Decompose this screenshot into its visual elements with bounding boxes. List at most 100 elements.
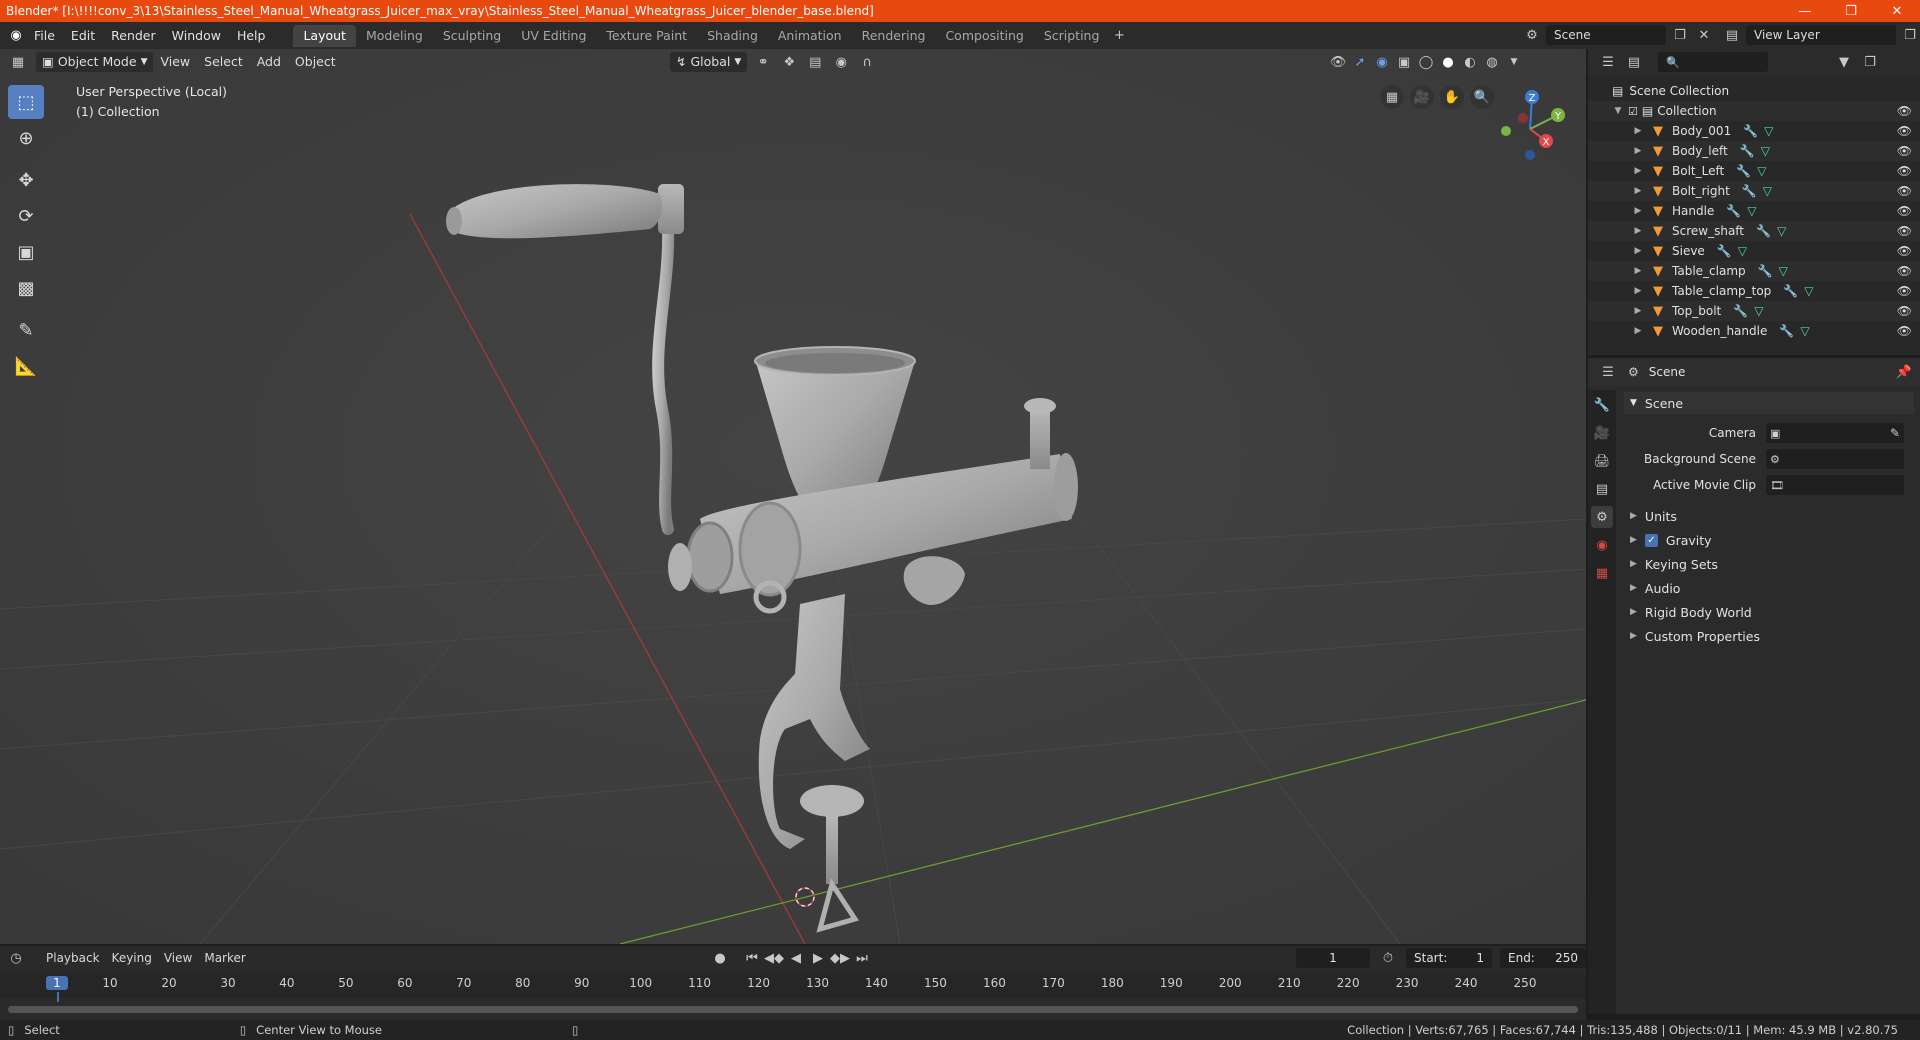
proportional-edit-icon[interactable]: ◉: [831, 52, 851, 72]
outliner-object-row[interactable]: ▶ ▼ Top_bolt 🔧 ▽ 👁: [1588, 301, 1920, 321]
expand-triangle-icon[interactable]: ▶: [1632, 226, 1644, 236]
solid-shading-icon[interactable]: ●: [1438, 52, 1458, 72]
mesh-data-icon[interactable]: ▽: [1804, 284, 1813, 298]
eye-icon[interactable]: 👁: [1897, 144, 1912, 158]
prev-keyframe-icon[interactable]: ◀◆: [764, 948, 784, 968]
jump-end-icon[interactable]: ⏭: [852, 948, 872, 968]
outliner-search-input[interactable]: 🔍: [1658, 52, 1768, 72]
transform-tool[interactable]: ▩: [8, 271, 44, 305]
expand-triangle-icon[interactable]: ▶: [1632, 266, 1644, 276]
tab-modeling[interactable]: Modeling: [356, 25, 433, 47]
modifier-wrench-icon[interactable]: 🔧: [1779, 324, 1794, 338]
pivot-icon[interactable]: ⚭: [753, 52, 773, 72]
view-layer-icon[interactable]: ▤: [1722, 25, 1742, 45]
expand-triangle-icon[interactable]: ▶: [1632, 326, 1644, 336]
subpanel-keying-sets[interactable]: ▶ Keying Sets: [1624, 552, 1914, 576]
expand-triangle-icon[interactable]: ▶: [1632, 186, 1644, 196]
play-icon[interactable]: ▶: [808, 948, 828, 968]
modifier-wrench-icon[interactable]: 🔧: [1783, 284, 1798, 298]
scene-icon[interactable]: ⚙: [1522, 25, 1542, 45]
mesh-data-icon[interactable]: ▽: [1764, 124, 1773, 138]
eye-icon[interactable]: 👁: [1897, 264, 1912, 278]
properties-editor-icon[interactable]: ☰: [1598, 362, 1618, 382]
background-scene-field[interactable]: ⚙: [1766, 449, 1904, 469]
frame-ruler[interactable]: 1 10 20 30 40 50 60 70 80 90 100 110 120 130 140 150 160…: [0, 972, 1586, 1002]
3d-viewport[interactable]: ▦ ▣ Object Mode ▼ View Select Add Object…: [0, 49, 1586, 944]
start-frame-field[interactable]: Start: 1: [1406, 948, 1492, 968]
timeline-menu-view[interactable]: View: [158, 951, 198, 965]
tab-shading[interactable]: Shading: [697, 25, 768, 47]
display-mode-icon[interactable]: ▤: [1624, 52, 1644, 72]
eye-icon[interactable]: 👁: [1897, 304, 1912, 318]
new-scene-icon[interactable]: ❐: [1670, 25, 1690, 45]
eye-icon[interactable]: 👁: [1897, 164, 1912, 178]
outliner-object-row[interactable]: ▶ ▼ Sieve 🔧 ▽ 👁: [1588, 241, 1920, 261]
output-tab-icon[interactable]: 🖨: [1591, 450, 1613, 472]
modifier-wrench-icon[interactable]: 🔧: [1756, 224, 1771, 238]
outliner-object-row[interactable]: ▶ ▼ Table_clamp 🔧 ▽ 👁: [1588, 261, 1920, 281]
play-reverse-icon[interactable]: ◀: [786, 948, 806, 968]
modifier-wrench-icon[interactable]: 🔧: [1740, 144, 1755, 158]
expand-triangle-icon[interactable]: ▼: [1612, 106, 1624, 116]
chevron-down-icon[interactable]: ▼: [1504, 52, 1524, 72]
expand-triangle-icon[interactable]: ▶: [1632, 206, 1644, 216]
outliner-object-row[interactable]: ▶ ▼ Handle 🔧 ▽ 👁: [1588, 201, 1920, 221]
mesh-data-icon[interactable]: ▽: [1763, 184, 1772, 198]
eye-icon[interactable]: 👁: [1897, 104, 1912, 118]
expand-triangle-icon[interactable]: ▶: [1632, 246, 1644, 256]
xray-icon[interactable]: ▣: [1394, 52, 1414, 72]
outliner-object-row[interactable]: ▶ ▼ Bolt_Left 🔧 ▽ 👁: [1588, 161, 1920, 181]
eye-icon[interactable]: 👁: [1897, 224, 1912, 238]
material-shading-icon[interactable]: ◐: [1460, 52, 1480, 72]
menu-file[interactable]: File: [26, 25, 63, 47]
timeline-scroll-thumb[interactable]: [8, 1006, 1578, 1013]
subpanel-custom-properties[interactable]: ▶ Custom Properties: [1624, 624, 1914, 648]
record-icon[interactable]: ●: [710, 948, 730, 968]
close-button[interactable]: ✕: [1874, 0, 1920, 22]
end-frame-field[interactable]: End: 250: [1500, 948, 1586, 968]
menu-edit[interactable]: Edit: [63, 25, 103, 47]
modifier-wrench-icon[interactable]: 🔧: [1758, 264, 1773, 278]
minimize-button[interactable]: —: [1782, 0, 1828, 22]
pin-icon[interactable]: 📌: [1894, 362, 1914, 382]
jump-start-icon[interactable]: ⏮: [742, 948, 762, 968]
restore-button[interactable]: ❐: [1828, 0, 1874, 22]
menu-help[interactable]: Help: [229, 25, 274, 47]
modifier-wrench-icon[interactable]: 🔧: [1726, 204, 1741, 218]
timeline-menu-playback[interactable]: Playback: [40, 951, 106, 965]
subpanel-gravity[interactable]: ▶ ✓ Gravity: [1624, 528, 1914, 552]
mesh-data-icon[interactable]: ▽: [1800, 324, 1809, 338]
expand-triangle-icon[interactable]: ▶: [1632, 166, 1644, 176]
move-tool[interactable]: ✥: [8, 163, 44, 197]
mesh-data-icon[interactable]: ▽: [1757, 164, 1766, 178]
overlay-icon[interactable]: ◉: [1372, 52, 1392, 72]
mesh-data-icon[interactable]: ▽: [1747, 204, 1756, 218]
subpanel-audio[interactable]: ▶ Audio: [1624, 576, 1914, 600]
camera-field[interactable]: ▣ ✎: [1766, 423, 1904, 443]
outliner-object-row[interactable]: ▶ ▼ Wooden_handle 🔧 ▽ 👁: [1588, 321, 1920, 341]
eye-icon[interactable]: 👁: [1897, 284, 1912, 298]
playhead-frame[interactable]: 1: [46, 976, 68, 990]
active-movie-clip-field[interactable]: 🎞: [1766, 475, 1904, 495]
playhead-line[interactable]: [57, 992, 59, 1002]
subpanel-rigid-body-world[interactable]: ▶ Rigid Body World: [1624, 600, 1914, 624]
eye-icon[interactable]: 👁: [1897, 184, 1912, 198]
timeline-menu-marker[interactable]: Marker: [198, 951, 251, 965]
outliner-object-row[interactable]: ▶ ▼ Table_clamp_top 🔧 ▽ 👁: [1588, 281, 1920, 301]
outliner-object-row[interactable]: ▶ ▼ Body_001 🔧 ▽ 👁: [1588, 121, 1920, 141]
view-layer-field[interactable]: View Layer: [1746, 25, 1896, 45]
outliner-object-row[interactable]: ▶ ▼ Screw_shaft 🔧 ▽ 👁: [1588, 221, 1920, 241]
tab-texture-paint[interactable]: Texture Paint: [596, 25, 697, 47]
eyedropper-icon[interactable]: ✎: [1890, 426, 1900, 440]
view-layer-tab-icon[interactable]: ▤: [1591, 478, 1613, 500]
viewport-scene[interactable]: [0, 49, 1586, 944]
axis-gizmo[interactable]: Z Y X: [1490, 85, 1570, 165]
eye-icon[interactable]: 👁: [1897, 204, 1912, 218]
outliner-object-row[interactable]: ▶ ▼ Bolt_right 🔧 ▽ 👁: [1588, 181, 1920, 201]
measure-tool[interactable]: 📐: [8, 349, 44, 383]
expand-triangle-icon[interactable]: ▶: [1632, 146, 1644, 156]
expand-triangle-icon[interactable]: ▶: [1632, 286, 1644, 296]
current-frame-field[interactable]: 1: [1296, 948, 1370, 968]
menu-window[interactable]: Window: [164, 25, 229, 47]
neg-y-axis-handle[interactable]: [1501, 126, 1511, 136]
